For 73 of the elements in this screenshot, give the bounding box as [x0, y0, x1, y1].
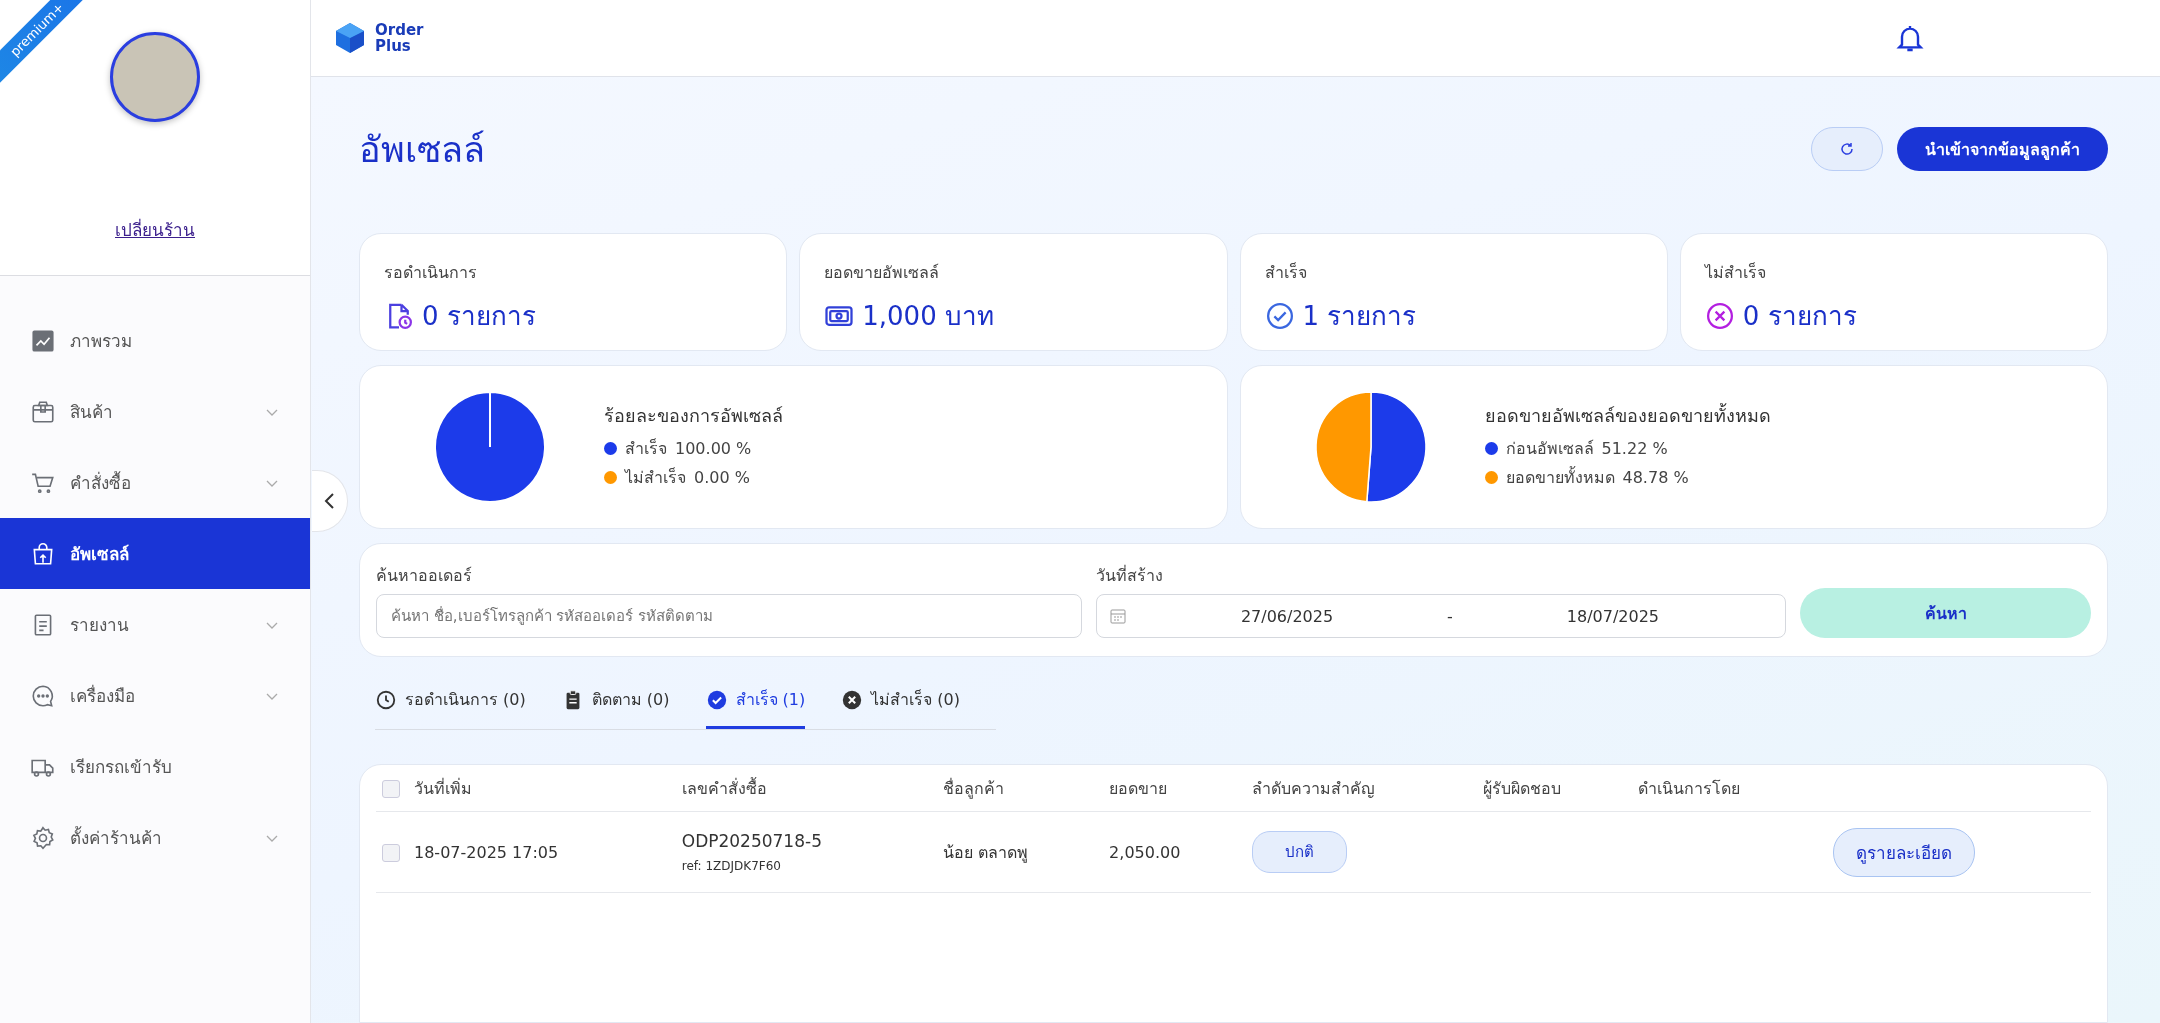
date-range-field[interactable]: 27/06/2025 - 18/07/2025 [1096, 594, 1786, 638]
check-circle-icon [705, 688, 728, 711]
end-date: 18/07/2025 [1565, 606, 1661, 626]
legend-value: 48.78 % [1622, 467, 1689, 487]
sidebar-item[interactable]: รายงาน [0, 589, 310, 660]
refresh-button[interactable] [1811, 127, 1883, 171]
sidebar-item[interactable]: คำสั่งซื้อ [0, 447, 310, 518]
cross-circle-icon [1704, 300, 1735, 331]
refresh-icon [1839, 141, 1855, 157]
chat-icon [30, 682, 56, 709]
date-separator: - [1447, 606, 1453, 626]
legend-value: 100.00 % [675, 438, 752, 458]
legend-label: ยอดขายทั้งหมด [1505, 465, 1615, 489]
column-header: วันที่เพิ่ม [414, 778, 472, 798]
column-header: ยอดขาย [1109, 778, 1168, 798]
stat-value: 1 รายการ [1302, 300, 1417, 333]
legend-value: 51.22 % [1601, 438, 1668, 458]
box-icon [30, 398, 56, 425]
stat-value: 0 รายการ [1742, 300, 1857, 333]
stat-label: รอดำเนินการ [384, 262, 478, 284]
row-checkbox[interactable] [382, 843, 400, 862]
stat-value: 0 รายการ [422, 300, 536, 333]
priority-badge: ปกติ [1251, 831, 1347, 873]
table-cell: 2,050.00 [1109, 842, 1181, 862]
cube-logo-icon [333, 21, 367, 55]
start-date: 27/06/2025 [1239, 606, 1335, 626]
view-details-button[interactable]: ดูรายละเอียด [1832, 827, 1975, 877]
status-tab[interactable]: สำเร็จ (1) [705, 677, 806, 729]
status-tab[interactable]: รอดำเนินการ (0) [375, 677, 526, 729]
sidebar-item[interactable]: เรียกรถเข้ารับ [0, 731, 310, 802]
stat-label: ยอดขายอัพเซลล์ [824, 262, 941, 284]
legend-label: ก่อนอัพเซลล์ [1505, 437, 1594, 460]
chart-title: ยอดขายอัพเซลล์ของยอดขายทั้งหมด [1484, 402, 1771, 428]
table-cell: 18-07-2025 17:05 [414, 842, 559, 862]
chart-icon [30, 327, 56, 354]
clock-icon [375, 688, 397, 711]
column-header: ผู้รับผิดชอบ [1483, 778, 1562, 798]
switch-store-link[interactable]: เปลี่ยนร้าน [115, 216, 195, 243]
sidebar-item[interactable]: อัพเซลล์ [0, 518, 310, 589]
column-header: ดำเนินการโดย [1637, 778, 1740, 798]
stat-label: สำเร็จ [1264, 261, 1308, 284]
select-all-checkbox[interactable] [382, 779, 400, 798]
import-customer-button[interactable]: นำเข้าจากข้อมูลลูกค้า [1897, 127, 2108, 171]
order-search-field[interactable]: ค้นหา ชื่อ,เบอร์โทรลูกค้า รหัสออเดอร์ รหัสติดตาม [376, 594, 1082, 638]
order-ref: ref: 1ZDJDK7F60 [681, 859, 782, 873]
page-title: อัพเซลล์ [359, 127, 486, 172]
column-header: ชื่อลูกค้า [942, 778, 1004, 798]
sidebar-item[interactable]: ภาพรวม [0, 305, 310, 376]
field-label: วันที่สร้าง [1096, 564, 1164, 587]
logo-text: Plus [375, 38, 412, 54]
search-button[interactable]: ค้นหา [1800, 588, 2091, 638]
stat-value: 1,000 บาท [862, 300, 994, 333]
legend-label: ไม่สำเร็จ [625, 466, 686, 489]
table-cell: น้อย ตลาดพู [942, 842, 1028, 862]
sidebar-item[interactable]: ตั้งค่าร้านค้า [0, 802, 310, 873]
sidebar-item[interactable]: เครื่องมือ [0, 660, 310, 731]
order-number: ODP20250718-5 [681, 831, 823, 851]
legend-label: สำเร็จ [625, 437, 667, 460]
chevron-left-icon [322, 492, 337, 510]
stat-label: ไม่สำเร็จ [1704, 261, 1767, 284]
calendar-icon [1109, 607, 1127, 625]
legend-value: 0.00 % [694, 467, 750, 487]
logo-text: Order [375, 22, 424, 38]
column-header: เลขคำสั่งซื้อ [681, 778, 767, 798]
status-tab[interactable]: ไม่สำเร็จ (0) [841, 677, 960, 729]
gear-icon [30, 824, 56, 851]
status-tab[interactable]: ติดตาม (0) [561, 677, 670, 729]
column-header: ลำดับความสำคัญ [1251, 778, 1375, 798]
chart-title: ร้อยละของการอัพเซลล์ [604, 403, 783, 428]
cross-circle-icon [841, 688, 864, 711]
field-label: ค้นหาออเดอร์ [376, 565, 473, 587]
sidebar-item[interactable]: สินค้า [0, 376, 310, 447]
check-circle-icon [1264, 300, 1295, 331]
